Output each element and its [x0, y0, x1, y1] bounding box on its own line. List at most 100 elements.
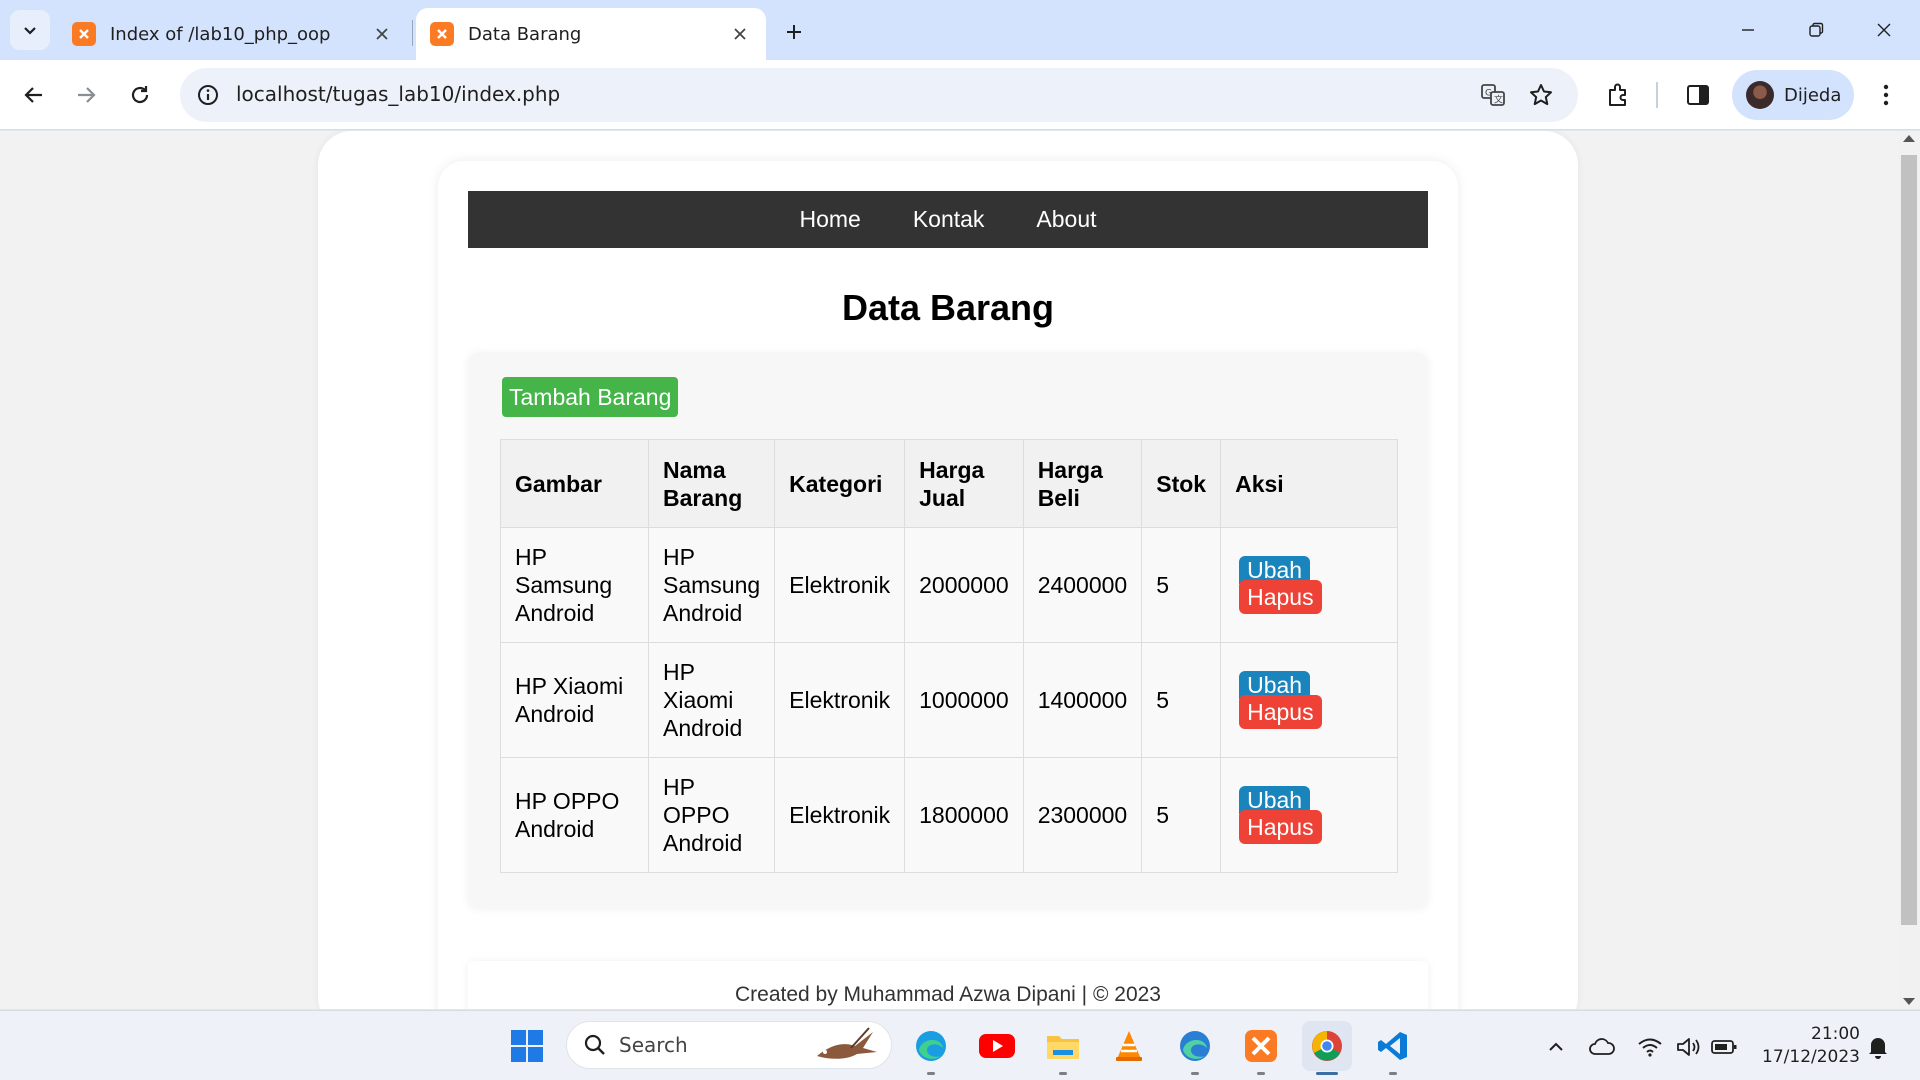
profile-name: Dijeda [1784, 84, 1842, 106]
page-scrollbar[interactable] [1898, 131, 1920, 1009]
reload-icon [131, 86, 149, 104]
bookmark-star-icon[interactable] [1526, 80, 1556, 110]
col-header-aksi: Aksi [1220, 439, 1398, 528]
nav-about-link[interactable]: About [1010, 206, 1122, 233]
xampp-icon[interactable] [1236, 1021, 1286, 1075]
footer-text: Created by Muhammad Azwa Dipani | © 2023 [735, 983, 1161, 1006]
cell-gambar: HP OPPO Android [500, 757, 649, 873]
browser-menu-icon[interactable] [1868, 77, 1904, 113]
minimize-button[interactable] [1720, 10, 1776, 50]
back-button[interactable] [12, 73, 56, 117]
cell-kategori: Elektronik [774, 757, 906, 873]
tab-close-icon[interactable] [370, 22, 394, 46]
scroll-down-arrow-icon[interactable] [1903, 998, 1915, 1005]
battery-icon[interactable] [1710, 1033, 1738, 1061]
windows-start-icon[interactable] [502, 1021, 552, 1071]
outer-container: Home Kontak About Data Barang Tambah Bar… [318, 131, 1578, 1009]
system-clock[interactable]: 21:00 17/12/2023 [1752, 1023, 1860, 1069]
page-viewport: Home Kontak About Data Barang Tambah Bar… [0, 131, 1898, 1009]
cell-aksi: Ubah Hapus [1220, 642, 1398, 758]
nav-home-link[interactable]: Home [773, 206, 886, 233]
edge-icon[interactable] [906, 1021, 956, 1075]
translate-icon[interactable]: G文 [1478, 80, 1508, 110]
col-header-nama-line2: Barang [663, 484, 743, 511]
cell-harga-jual: 1000000 [904, 642, 1024, 758]
delete-button[interactable]: Hapus [1239, 695, 1322, 729]
delete-button[interactable]: Hapus [1239, 810, 1322, 844]
xampp-favicon-icon [430, 22, 454, 46]
cell-aksi: Ubah Hapus [1220, 757, 1398, 873]
col-header-jual-line1: Harga [919, 456, 985, 483]
url-text: localhost/tugas_lab10/index.php [236, 82, 561, 106]
toolbar-separator [1656, 82, 1658, 108]
col-header-stok: Stok [1141, 439, 1222, 528]
col-header-nama-line1: Nama [663, 456, 726, 483]
restore-button[interactable] [1788, 10, 1844, 50]
cell-stok: 5 [1141, 527, 1222, 643]
main-nav: Home Kontak About [468, 191, 1428, 248]
xampp-favicon-icon [72, 22, 96, 46]
chrome-icon[interactable] [1302, 1021, 1352, 1075]
cell-gambar: HP Samsung Android [500, 527, 649, 643]
wifi-icon[interactable] [1636, 1033, 1664, 1061]
arrow-left-icon [24, 87, 42, 103]
notification-bell-icon[interactable] [1864, 1033, 1892, 1061]
side-panel-icon[interactable] [1680, 77, 1716, 113]
tab-strip: Index of /lab10_php_oop Data Barang [0, 0, 1920, 60]
tab-search-button[interactable] [10, 10, 50, 50]
cell-harga-beli: 2400000 [1022, 527, 1143, 643]
col-header-harga-beli: Harga Beli [1022, 439, 1143, 528]
taskbar-search-box[interactable]: Search [566, 1021, 892, 1069]
tab-title: Index of /lab10_php_oop [110, 23, 331, 45]
forward-button[interactable] [64, 73, 108, 117]
search-highlight-bird-icon [817, 1027, 877, 1059]
cell-kategori: Elektronik [774, 527, 906, 643]
content-container: Home Kontak About Data Barang Tambah Bar… [438, 161, 1458, 1009]
tab-title: Data Barang [468, 23, 582, 45]
clock-date: 17/12/2023 [1762, 1047, 1860, 1067]
cell-harga-beli: 1400000 [1022, 642, 1143, 758]
page-title: Data Barang [841, 287, 1055, 328]
table-header-row: Gambar Nama Barang Kategori Harga Jual Har… [500, 439, 1398, 528]
items-table: Gambar Nama Barang Kategori Harga Jual Har… [500, 439, 1398, 873]
delete-button[interactable]: Hapus [1239, 580, 1322, 614]
tab-index-lab10[interactable]: Index of /lab10_php_oop [58, 8, 408, 60]
cell-stok: 5 [1141, 757, 1222, 873]
tray-overflow-chevron-up-icon[interactable] [1542, 1033, 1570, 1061]
tab-close-icon[interactable] [728, 22, 752, 46]
nav-kontak-link[interactable]: Kontak [887, 206, 1011, 233]
scrollbar-thumb[interactable] [1901, 155, 1917, 925]
page-footer: Created by Muhammad Azwa Dipani | © 2023 [468, 961, 1428, 1009]
reload-button[interactable] [118, 73, 162, 117]
table-row: HP Xiaomi Android HP Xiaomi Android Elek… [500, 642, 1398, 758]
tab-separator [412, 20, 413, 46]
onedrive-cloud-icon[interactable] [1588, 1033, 1616, 1061]
cell-nama: HP OPPO Android [647, 757, 776, 873]
col-header-gambar: Gambar [500, 439, 649, 528]
svg-text:文: 文 [1494, 94, 1503, 106]
youtube-icon[interactable] [972, 1021, 1022, 1071]
col-header-jual-line2: Jual [919, 484, 966, 511]
chevron-down-icon [24, 27, 36, 35]
tab-data-barang[interactable]: Data Barang [416, 8, 766, 60]
profile-button[interactable]: Dijeda [1732, 70, 1854, 120]
scroll-up-arrow-icon[interactable] [1903, 135, 1915, 142]
col-header-nama: Nama Barang [647, 439, 776, 528]
restore-icon [1809, 22, 1824, 37]
site-info-icon[interactable] [194, 81, 222, 109]
add-item-button[interactable]: Tambah Barang [502, 377, 679, 417]
file-explorer-icon[interactable] [1038, 1021, 1088, 1075]
volume-icon[interactable] [1674, 1033, 1702, 1061]
cell-harga-jual: 2000000 [904, 527, 1024, 643]
vscode-icon[interactable] [1368, 1021, 1418, 1075]
address-bar[interactable]: localhost/tugas_lab10/index.php G文 [180, 68, 1578, 122]
broken-image-alt: HP Samsung Android [515, 544, 613, 626]
close-window-button[interactable] [1856, 10, 1912, 50]
vlc-icon[interactable] [1104, 1021, 1154, 1071]
new-tab-button[interactable] [776, 14, 812, 50]
minimize-icon [1742, 29, 1754, 31]
table-row: HP Samsung Android HP Samsung Android El… [500, 527, 1398, 643]
edge-beta-icon[interactable] [1170, 1021, 1220, 1075]
extensions-icon[interactable] [1600, 77, 1636, 113]
windows-taskbar: Search 21:00 17/12/2023 [0, 1010, 1920, 1080]
